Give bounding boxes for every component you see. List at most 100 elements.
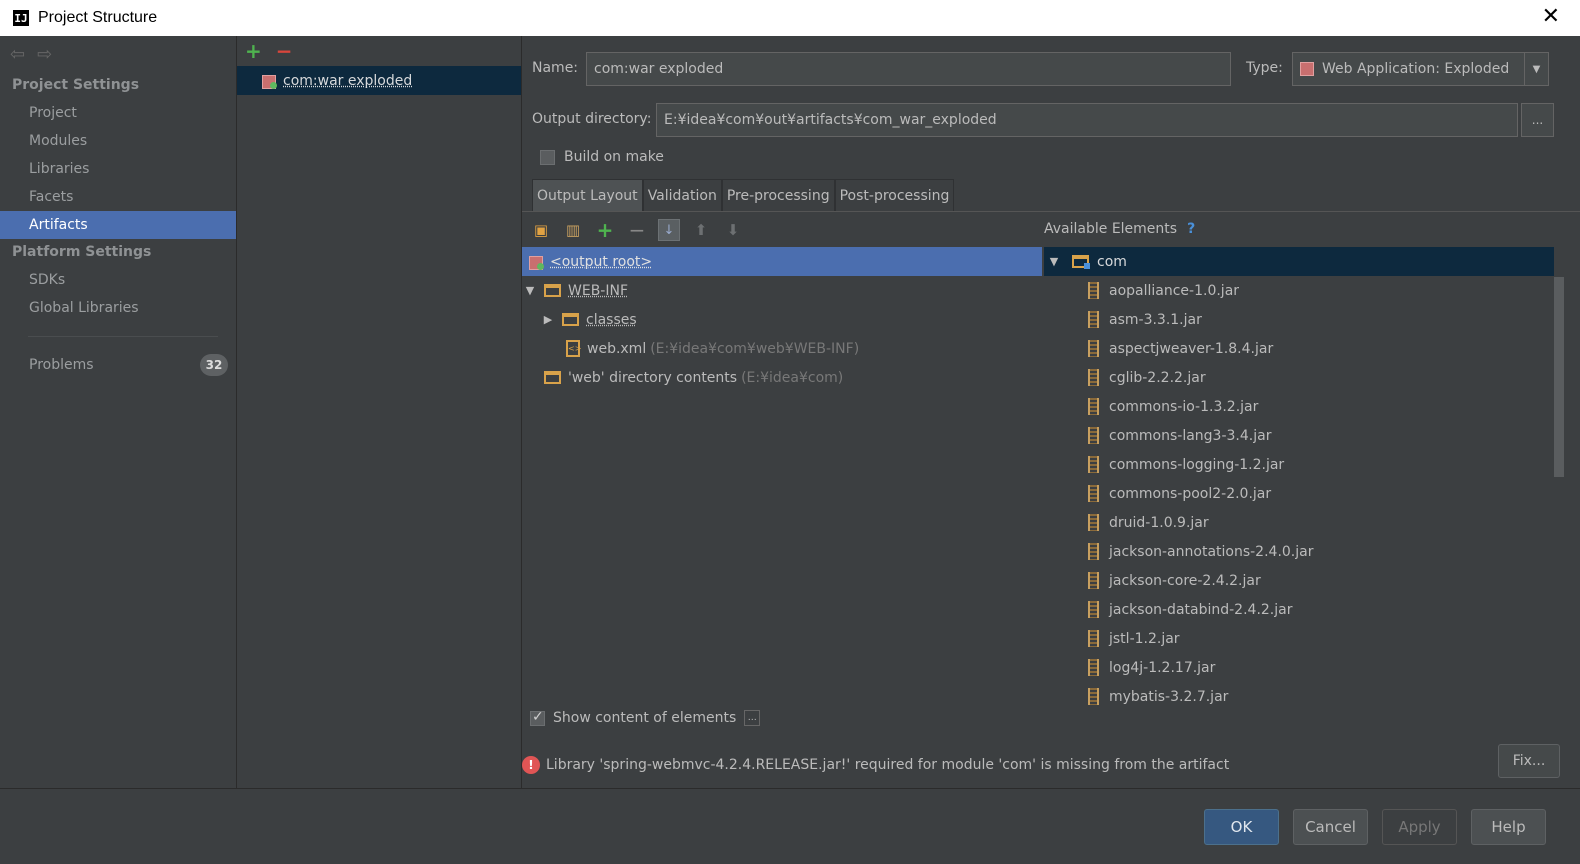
fix-button[interactable]: Fix...: [1498, 744, 1560, 778]
available-elements-header: Available Elements ?: [1044, 221, 1195, 237]
expand-down-icon[interactable]: ▼: [1046, 255, 1062, 268]
available-scrollbar[interactable]: [1554, 247, 1564, 527]
jar-list-item[interactable]: commons-lang3-3.4.jar: [1044, 421, 1554, 450]
jar-list-item[interactable]: commons-logging-1.2.jar: [1044, 450, 1554, 479]
show-content-checkbox[interactable]: [530, 709, 545, 726]
type-label: Type:: [1246, 60, 1283, 76]
jar-icon: [1088, 572, 1099, 589]
artifact-list-item[interactable]: com:war exploded: [237, 66, 521, 95]
jar-list-item[interactable]: aopalliance-1.0.jar: [1044, 276, 1554, 305]
expand-right-icon[interactable]: ▶: [540, 313, 556, 326]
jar-list-item[interactable]: jackson-databind-2.4.2.jar: [1044, 595, 1554, 624]
title-bar: IJ Project Structure ✕: [0, 0, 1580, 36]
jar-list-item[interactable]: jstl-1.2.jar: [1044, 624, 1554, 653]
settings-sidebar: ⇦ ⇨ Project Settings Project Modules Lib…: [0, 36, 237, 788]
problems-count-badge: 32: [200, 354, 228, 376]
forward-arrow-icon[interactable]: ⇨: [37, 44, 52, 65]
back-arrow-icon[interactable]: ⇦: [10, 44, 25, 65]
sidebar-item-sdks[interactable]: SDKs: [0, 266, 236, 294]
tree-node-classes[interactable]: ▶ classes: [522, 305, 1042, 334]
sidebar-item-libraries[interactable]: Libraries: [0, 155, 236, 183]
tree-node-output-root[interactable]: <output root>: [522, 247, 1042, 276]
expand-down-icon[interactable]: ▼: [522, 284, 538, 297]
available-root-com[interactable]: ▼ com: [1044, 247, 1554, 276]
tree-node-label: WEB-INF: [568, 282, 628, 299]
jar-name: jackson-core-2.4.2.jar: [1109, 572, 1261, 589]
jar-name: aopalliance-1.0.jar: [1109, 282, 1240, 299]
browse-button[interactable]: ...: [1521, 103, 1554, 137]
jar-list-item[interactable]: cglib-2.2.2.jar: [1044, 363, 1554, 392]
show-content-options-icon[interactable]: …: [744, 710, 761, 726]
jar-list-item[interactable]: aspectjweaver-1.8.4.jar: [1044, 334, 1554, 363]
chevron-down-icon[interactable]: ▼: [1524, 53, 1548, 85]
tab-output-layout[interactable]: Output Layout: [532, 179, 643, 211]
artifacts-list-panel: + − com:war exploded: [237, 36, 522, 788]
remove-icon[interactable]: −: [626, 218, 648, 242]
jar-name: jackson-annotations-2.4.0.jar: [1109, 543, 1314, 560]
jar-list-item[interactable]: mybatis-3.2.7.jar: [1044, 682, 1554, 711]
section-project-settings: Project Settings: [12, 77, 140, 93]
jar-icon: [1088, 659, 1099, 676]
output-directory-field[interactable]: E:¥idea¥com¥out¥artifacts¥com_war_explod…: [656, 103, 1518, 137]
type-dropdown[interactable]: Web Application: Exploded ▼: [1292, 52, 1549, 86]
scrollbar-thumb[interactable]: [1554, 277, 1564, 477]
tab-bar: Output Layout Validation Pre-processing …: [532, 179, 955, 211]
sidebar-item-global-libraries[interactable]: Global Libraries: [0, 294, 236, 322]
jar-name: log4j-1.2.17.jar: [1109, 659, 1216, 676]
sidebar-item-project[interactable]: Project: [0, 99, 236, 127]
sidebar-item-modules[interactable]: Modules: [0, 127, 236, 155]
output-layout-toolbar: ▣ ▥ + − ↓ ⬆ ⬇: [522, 214, 1042, 246]
create-archive-icon[interactable]: ▥: [562, 219, 584, 241]
sort-elements-icon[interactable]: ↓: [658, 219, 680, 241]
type-value: Web Application: Exploded: [1322, 61, 1510, 77]
jar-name: cglib-2.2.2.jar: [1109, 369, 1206, 386]
problems-label: Problems: [29, 357, 94, 373]
sidebar-item-problems[interactable]: Problems 32: [0, 351, 236, 379]
jar-name: jackson-databind-2.4.2.jar: [1109, 601, 1293, 618]
build-on-make-row[interactable]: Build on make: [540, 149, 664, 165]
tree-node-label: web.xml: [587, 340, 647, 357]
show-content-row[interactable]: Show content of elements …: [530, 709, 761, 726]
tab-pre-processing[interactable]: Pre-processing: [721, 179, 835, 211]
add-artifact-icon[interactable]: +: [245, 39, 262, 63]
output-layout-tree: <output root> ▼ WEB-INF ▶ classes <> web…: [522, 247, 1042, 392]
jar-icon: [1088, 543, 1099, 560]
add-copy-icon[interactable]: +: [594, 218, 616, 242]
help-button[interactable]: Help: [1471, 809, 1546, 845]
jar-icon: [1088, 601, 1099, 618]
remove-artifact-icon[interactable]: −: [276, 39, 293, 63]
artifact-editor: Name: com:war exploded Type: Web Applica…: [522, 36, 1580, 788]
apply-button[interactable]: Apply: [1382, 809, 1457, 845]
jar-name: commons-lang3-3.4.jar: [1109, 427, 1272, 444]
jar-name: druid-1.0.9.jar: [1109, 514, 1209, 531]
name-field[interactable]: com:war exploded: [586, 52, 1231, 86]
create-directory-icon[interactable]: ▣: [530, 219, 552, 241]
jar-icon: [1088, 311, 1099, 328]
build-on-make-checkbox[interactable]: [540, 149, 555, 165]
jar-list-item[interactable]: jackson-core-2.4.2.jar: [1044, 566, 1554, 595]
help-icon[interactable]: ?: [1187, 221, 1195, 237]
jar-list-item[interactable]: commons-pool2-2.0.jar: [1044, 479, 1554, 508]
folder-icon: [544, 284, 561, 297]
available-root-label: com: [1097, 253, 1127, 270]
close-icon[interactable]: ✕: [1542, 6, 1560, 28]
ok-button[interactable]: OK: [1204, 809, 1279, 845]
tree-node-web-xml[interactable]: <> web.xml (E:¥idea¥com¥web¥WEB-INF): [522, 334, 1042, 363]
sidebar-item-artifacts[interactable]: Artifacts: [0, 211, 236, 239]
tab-post-processing[interactable]: Post-processing: [834, 179, 955, 211]
jar-list-item[interactable]: asm-3.3.1.jar: [1044, 305, 1554, 334]
tab-validation[interactable]: Validation: [642, 179, 722, 211]
xml-file-icon: <>: [566, 340, 581, 357]
jar-list-item[interactable]: commons-io-1.3.2.jar: [1044, 392, 1554, 421]
tree-node-web-inf[interactable]: ▼ WEB-INF: [522, 276, 1042, 305]
jar-icon: [1088, 340, 1099, 357]
move-down-icon[interactable]: ⬇: [722, 219, 744, 241]
tree-node-path-hint: (E:¥idea¥com¥web¥WEB-INF): [650, 340, 860, 357]
move-up-icon[interactable]: ⬆: [690, 219, 712, 241]
jar-list-item[interactable]: jackson-annotations-2.4.0.jar: [1044, 537, 1554, 566]
cancel-button[interactable]: Cancel: [1293, 809, 1368, 845]
tree-node-web-directory-contents[interactable]: 'web' directory contents (E:¥idea¥com): [522, 363, 1042, 392]
jar-list-item[interactable]: log4j-1.2.17.jar: [1044, 653, 1554, 682]
sidebar-item-facets[interactable]: Facets: [0, 183, 236, 211]
jar-list-item[interactable]: druid-1.0.9.jar: [1044, 508, 1554, 537]
